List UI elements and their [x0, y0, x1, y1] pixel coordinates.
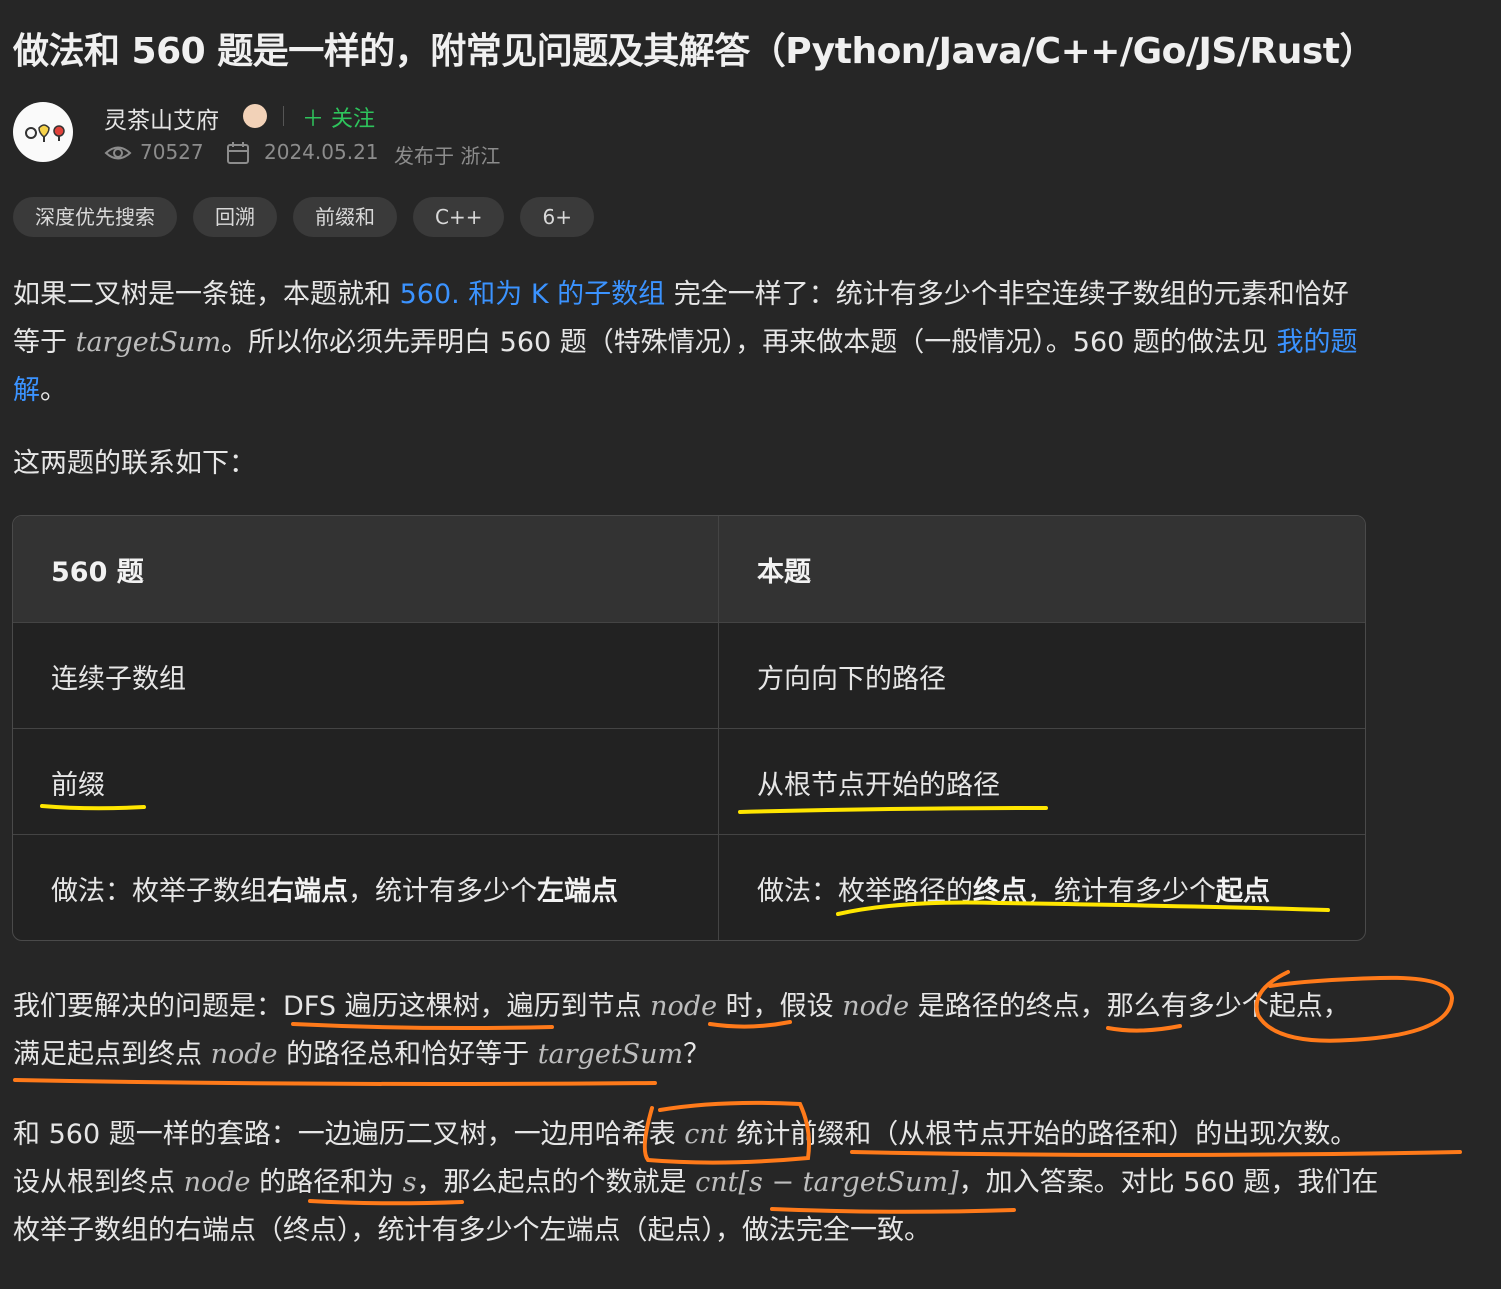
solution-link[interactable]: 我的题 [1276, 327, 1357, 358]
intro-line-1: 如果二叉树是一条链，本题就和 560. 和为 K 的子数组 完全一样了：统计有多… [13, 271, 1357, 319]
tag-prefix-sum[interactable]: 前缀和 [293, 197, 397, 237]
tag-more[interactable]: 6+ [520, 197, 594, 237]
relation-text: 这两题的联系如下： [13, 448, 256, 479]
table-cell-method-left: 做法：枚举子数组 右端点 ，统计有多少个 左端点 [13, 835, 618, 940]
publish-date: 2024.05.21 [264, 140, 379, 164]
method-bold: 终点 [973, 875, 1027, 907]
solution-line-1: 和 560 题一样的套路：一边遍历二叉树，一边用哈希表 cnt 统计前缀和（从根… [13, 1111, 1378, 1159]
author-name[interactable]: 灵茶山艾府 [104, 101, 219, 135]
method-bold: 右端点 [267, 875, 348, 907]
intro-paragraph: 如果二叉树是一条链，本题就和 560. 和为 K 的子数组 完全一样了：统计有多… [13, 271, 1357, 415]
body-text: 设从根到终点 [13, 1167, 184, 1198]
intro-text: 如果二叉树是一条链，本题就和 [13, 279, 400, 310]
question-line-2: 满足起点到终点 node 的路径总和恰好等于 targetSum？ [13, 1031, 1350, 1079]
table-header-this: 本题 [757, 556, 811, 588]
intro-text: 等于 [13, 327, 76, 358]
body-text: 我们要解决的问题是：DFS 遍历这棵树，遍历到节点 [13, 991, 651, 1022]
method-text: ，统计有多少个 [1027, 875, 1216, 907]
table-header-row: 560 题 本题 [13, 516, 1365, 622]
question-paragraph: 我们要解决的问题是：DFS 遍历这棵树，遍历到节点 node 时，假设 node… [13, 983, 1350, 1079]
table-cell: 连续子数组 [51, 663, 186, 695]
table-cell-method-right: 做法：枚举路径的 终点 ，统计有多少个 起点 [719, 835, 1270, 940]
body-text: ，那么起点的个数就是 [416, 1167, 696, 1198]
author-avatar[interactable] [13, 102, 73, 162]
method-bold: 左端点 [537, 875, 618, 907]
solution-line-2: 设从根到终点 node 的路径和为 s，那么起点的个数就是 cnt[s − ta… [13, 1159, 1378, 1207]
body-text: 统计前缀和（从根节点开始的路径和）的出现次数。 [727, 1119, 1358, 1150]
table-row: 做法：枚举子数组 右端点 ，统计有多少个 左端点 做法：枚举路径的 终点 ，统计有多少个起… [13, 834, 1365, 940]
body-text: 的路径总和恰好等于 [277, 1039, 538, 1070]
table-cell: 从根节点开始的路径 [757, 769, 1000, 801]
orange-underline [13, 1078, 657, 1086]
solution-link-cont[interactable]: 解 [13, 375, 40, 406]
math-node: node [650, 991, 718, 1022]
divider [283, 106, 284, 126]
math-targetsum: targetSum [537, 1039, 684, 1070]
math-cnt: cnt [684, 1119, 728, 1150]
method-bold: 起点 [1216, 875, 1270, 907]
math-node: node [842, 991, 910, 1022]
method-text: 做法：枚举路径的 [757, 875, 973, 907]
intro-text: 。所以你必须先弄明白 560 题（特殊情况），再来做本题（一般情况）。560 题… [221, 327, 1277, 358]
intro-line-3: 解。 [13, 367, 1357, 415]
calendar-icon [227, 142, 249, 164]
math-cnt-expr: cnt[s − targetSum] [695, 1167, 959, 1198]
tag-backtracking[interactable]: 回溯 [193, 197, 277, 237]
method-text: ，统计有多少个 [348, 875, 537, 907]
intro-text: 。 [40, 375, 67, 406]
publish-location: 发布于 浙江 [394, 144, 501, 168]
avatar-bulbs-icon [25, 124, 65, 142]
table-cell: 方向向下的路径 [757, 663, 946, 695]
body-text: 是路径的终点，那么有多少个起点， [909, 991, 1350, 1022]
author-badge-icon [243, 104, 267, 128]
body-text: ？ [683, 1039, 711, 1070]
solution-paragraph: 和 560 题一样的套路：一边遍历二叉树，一边用哈希表 cnt 统计前缀和（从根… [13, 1111, 1378, 1255]
problem-560-link[interactable]: 560. 和为 K 的子数组 [400, 279, 666, 310]
body-text: 和 560 题一样的套路：一边遍历二叉树，一边用哈希表 [13, 1119, 685, 1150]
tag-dfs[interactable]: 深度优先搜索 [13, 197, 177, 237]
body-text: 满足起点到终点 [13, 1039, 211, 1070]
eye-icon [104, 146, 132, 160]
body-text: ，加入答案。对比 560 题，我们在 [958, 1167, 1379, 1198]
intro-line-2: 等于 targetSum。所以你必须先弄明白 560 题（特殊情况），再来做本题… [13, 319, 1357, 367]
math-targetsum: targetSum [75, 327, 222, 358]
comparison-table: 560 题 本题 连续子数组 方向向下的路径 前缀 从根节点开始的路径 做法：枚… [12, 515, 1366, 941]
method-text: 做法：枚举子数组 [51, 875, 267, 907]
table-row: 连续子数组 方向向下的路径 [13, 622, 1365, 729]
question-line-1: 我们要解决的问题是：DFS 遍历这棵树，遍历到节点 node 时，假设 node… [13, 983, 1350, 1031]
table-header-560: 560 题 [51, 556, 144, 588]
table-cell: 前缀 [51, 769, 105, 801]
tag-cpp[interactable]: C++ [413, 197, 505, 237]
math-node: node [183, 1167, 251, 1198]
follow-button[interactable]: ＋ 关注 [302, 101, 375, 133]
solution-line-3: 枚举子数组的右端点（终点），统计有多少个左端点（起点），做法完全一致。 [13, 1215, 931, 1246]
tag-list: 深度优先搜索 回溯 前缀和 C++ 6+ [13, 197, 594, 237]
table-row: 前缀 从根节点开始的路径 [13, 728, 1365, 835]
math-s: s [402, 1167, 417, 1198]
math-node: node [210, 1039, 278, 1070]
article-title: 做法和 560 题是一样的，附常见问题及其解答（Python/Java/C++/… [13, 31, 1375, 72]
table-divider [718, 516, 719, 940]
view-count: 70527 [140, 140, 204, 164]
intro-text: 完全一样了：统计有多少个非空连续子数组的元素和恰好 [665, 279, 1349, 310]
body-text: 时，假设 [717, 991, 843, 1022]
body-text: 的路径和为 [250, 1167, 403, 1198]
